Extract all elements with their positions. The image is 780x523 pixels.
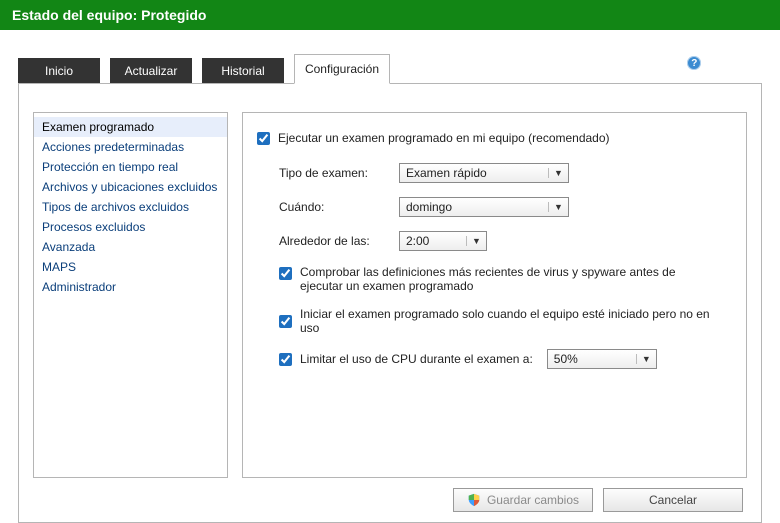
help-label: Ayuda <box>706 56 740 70</box>
checkbox-cpu-limit[interactable] <box>279 353 292 366</box>
label-around: Alrededor de las: <box>279 234 399 248</box>
sidebar-item-examen-programado[interactable]: Examen programado <box>34 117 227 137</box>
dialog-buttons: Guardar cambios Cancelar <box>33 478 747 512</box>
shield-icon <box>467 493 481 507</box>
select-when[interactable]: domingo ▼ <box>399 197 569 217</box>
save-label: Guardar cambios <box>487 493 579 507</box>
sidebar-item-maps[interactable]: MAPS <box>34 257 227 277</box>
select-value: Examen rápido <box>406 166 487 180</box>
tab-label: Inicio <box>45 64 73 78</box>
sidebar-item-label: Procesos excluidos <box>42 220 145 234</box>
sidebar-item-acciones[interactable]: Acciones predeterminadas <box>34 137 227 157</box>
label-when: Cuándo: <box>279 200 399 214</box>
checkbox-run-scheduled[interactable] <box>257 132 270 145</box>
sidebar-item-label: Administrador <box>42 280 116 294</box>
row-run-scheduled: Ejecutar un examen programado en mi equi… <box>257 131 732 145</box>
sidebar-item-label: Archivos y ubicaciones excluidos <box>42 180 217 194</box>
tab-label: Configuración <box>305 62 379 76</box>
sidebar-item-label: Examen programado <box>42 120 154 134</box>
settings-content: Ejecutar un examen programado en mi equi… <box>242 112 747 478</box>
checkbox-check-defs[interactable] <box>279 267 292 280</box>
status-bar: Estado del equipo: Protegido <box>0 0 780 30</box>
chevron-down-icon: ▼ <box>548 168 564 178</box>
save-button[interactable]: Guardar cambios <box>453 488 593 512</box>
label-check-defs: Comprobar las definiciones más recientes… <box>300 265 720 293</box>
status-text: Estado del equipo: Protegido <box>12 7 206 23</box>
label-run-scheduled: Ejecutar un examen programado en mi equi… <box>278 131 610 145</box>
settings-sidebar: Examen programado Acciones predeterminad… <box>33 112 228 478</box>
select-scan-type[interactable]: Examen rápido ▼ <box>399 163 569 183</box>
tab-configuracion[interactable]: Configuración <box>294 54 390 84</box>
help-menu[interactable]: ? Ayuda ▼ <box>687 56 754 70</box>
chevron-down-icon: ▼ <box>636 354 652 364</box>
row-check-defs: Comprobar las definiciones más recientes… <box>279 265 732 293</box>
cancel-button[interactable]: Cancelar <box>603 488 743 512</box>
sidebar-item-label: MAPS <box>42 260 76 274</box>
cancel-label: Cancelar <box>649 493 697 507</box>
row-around: Alrededor de las: 2:00 ▼ <box>279 231 732 251</box>
select-value: 50% <box>554 352 578 366</box>
sidebar-item-procesos[interactable]: Procesos excluidos <box>34 217 227 237</box>
tab-label: Historial <box>221 64 264 78</box>
tab-inicio[interactable]: Inicio <box>18 58 100 84</box>
label-cpu-limit: Limitar el uso de CPU durante el examen … <box>300 352 533 366</box>
checkbox-start-idle[interactable] <box>279 315 292 328</box>
select-value: domingo <box>406 200 452 214</box>
help-icon: ? <box>687 56 701 70</box>
row-cpu-limit: Limitar el uso de CPU durante el examen … <box>279 349 732 369</box>
label-start-idle: Iniciar el examen programado solo cuando… <box>300 307 732 335</box>
sidebar-item-label: Protección en tiempo real <box>42 160 178 174</box>
tab-strip: Inicio Actualizar Historial Configuració… <box>0 30 780 84</box>
row-start-idle: Iniciar el examen programado solo cuando… <box>279 307 732 335</box>
tab-label: Actualizar <box>125 64 178 78</box>
sidebar-item-archivos-ubic[interactable]: Archivos y ubicaciones excluidos <box>34 177 227 197</box>
chevron-down-icon: ▼ <box>466 236 482 246</box>
chevron-down-icon: ▼ <box>745 58 754 68</box>
sidebar-item-label: Avanzada <box>42 240 95 254</box>
select-value: 2:00 <box>406 234 429 248</box>
settings-panel: Examen programado Acciones predeterminad… <box>18 83 762 523</box>
sidebar-item-label: Acciones predeterminadas <box>42 140 184 154</box>
sidebar-item-proteccion[interactable]: Protección en tiempo real <box>34 157 227 177</box>
select-around[interactable]: 2:00 ▼ <box>399 231 487 251</box>
tab-actualizar[interactable]: Actualizar <box>110 58 192 84</box>
tab-historial[interactable]: Historial <box>202 58 284 84</box>
label-scan-type: Tipo de examen: <box>279 166 399 180</box>
sidebar-item-admin[interactable]: Administrador <box>34 277 227 297</box>
sidebar-item-tipos-arch[interactable]: Tipos de archivos excluidos <box>34 197 227 217</box>
row-scan-type: Tipo de examen: Examen rápido ▼ <box>279 163 732 183</box>
chevron-down-icon: ▼ <box>548 202 564 212</box>
row-when: Cuándo: domingo ▼ <box>279 197 732 217</box>
select-cpu-limit[interactable]: 50% ▼ <box>547 349 657 369</box>
sidebar-item-label: Tipos de archivos excluidos <box>42 200 189 214</box>
sidebar-item-avanzada[interactable]: Avanzada <box>34 237 227 257</box>
